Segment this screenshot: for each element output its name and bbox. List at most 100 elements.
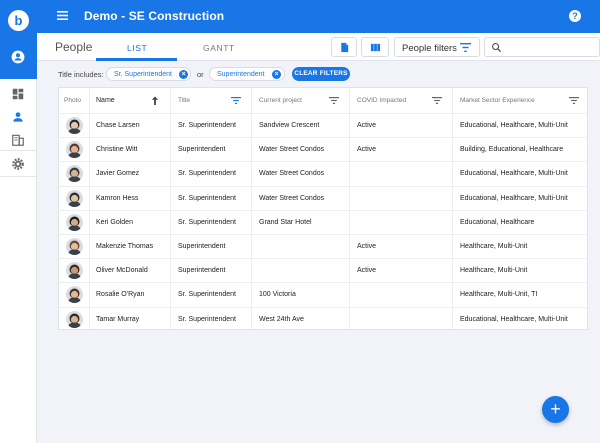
filter-chip-superintendent: Superintendent × <box>209 67 285 81</box>
sectors-cell: Educational, Healthcare, Multi-Unit <box>460 194 568 202</box>
project-cell: Water Street Condos <box>259 146 325 154</box>
tab-list[interactable]: LIST <box>127 43 147 53</box>
column-header-covid-impacted[interactable]: COVID Impacted <box>357 88 406 113</box>
covid-cell: Active <box>357 122 377 129</box>
app-logo[interactable]: b <box>8 10 29 31</box>
filter-chip-sr-superintendent: Sr. Superintendent × <box>106 67 191 81</box>
active-tab-indicator <box>96 58 177 61</box>
tab-gantt[interactable]: GANTT <box>203 43 235 53</box>
rail-divider <box>0 176 37 177</box>
title-cell: Sr. Superintendent <box>178 218 236 226</box>
filter-icon[interactable] <box>569 97 579 104</box>
name-cell: Christine Witt <box>96 146 138 154</box>
document-view-button[interactable] <box>331 37 357 57</box>
sectors-cell: Educational, Healthcare, Multi-Unit <box>460 122 568 129</box>
avatar <box>66 286 83 304</box>
column-header-market-sector[interactable]: Market Sector Experience <box>460 88 535 113</box>
columns-view-button[interactable] <box>361 37 389 57</box>
table-row[interactable]: Kamron Hess Sr. Superintendent Water Stree… <box>59 185 589 210</box>
covid-cell: Active <box>357 267 377 275</box>
sectors-cell: Healthcare, Multi-Unit, TI <box>460 291 538 299</box>
clear-filters-button[interactable]: CLEAR FILTERS <box>292 67 350 81</box>
chip-label: Sr. Superintendent <box>114 71 172 78</box>
avatar <box>66 213 83 231</box>
project-cell: Water Street Condos <box>259 170 325 178</box>
account-icon[interactable] <box>11 50 25 64</box>
top-app-bar: Demo - SE Construction ? <box>37 0 600 33</box>
search-input[interactable] <box>484 37 600 57</box>
avatar <box>66 238 83 255</box>
title-cell: Sr. Superintendent <box>178 170 236 178</box>
table-row[interactable]: Oliver McDonald Superintendent Active Healt… <box>59 258 589 282</box>
project-cell: Water Street Condos <box>259 194 325 202</box>
project-cell: Sandview Crescent <box>259 122 320 129</box>
arrow-up-icon[interactable] <box>151 96 159 105</box>
people-table: Photo Name Title Current project COVID I… <box>58 87 589 331</box>
sectors-cell: Educational, Healthcare <box>460 218 535 226</box>
name-cell: Keri Golden <box>96 218 133 226</box>
page-title: People <box>55 40 93 54</box>
side-rail: b <box>0 0 37 443</box>
table-row[interactable]: Rosalie O'Ryan Sr. Superintendent 100 Vict… <box>59 282 589 306</box>
table-row[interactable]: Makenzie Thomas Superintendent Active Healt… <box>59 234 589 258</box>
sectors-cell: Healthcare, Multi-Unit <box>460 243 528 250</box>
title-cell: Superintendent <box>178 243 226 250</box>
plus-icon: + <box>550 399 561 419</box>
project-cell: 100 Victoria <box>259 291 296 299</box>
name-cell: Chase Larsen <box>96 122 140 129</box>
avatar <box>66 117 83 134</box>
people-filters-label: People filters <box>402 43 457 54</box>
dashboard-icon[interactable] <box>11 87 25 101</box>
column-header-current-project[interactable]: Current project <box>259 88 302 113</box>
title-cell: Superintendent <box>178 146 226 154</box>
title-cell: Sr. Superintendent <box>178 122 236 129</box>
people-filters-button[interactable]: People filters <box>394 37 480 57</box>
table-row[interactable]: Tamar Murray Sr. Superintendent West 24th … <box>59 306 589 331</box>
avatar <box>66 310 83 328</box>
sectors-cell: Educational, Healthcare, Multi-Unit <box>460 170 568 178</box>
person-icon[interactable] <box>11 110 25 124</box>
covid-cell: Active <box>357 243 377 250</box>
sectors-cell: Healthcare, Multi-Unit <box>460 267 528 275</box>
app-title: Demo - SE Construction <box>84 9 225 23</box>
title-cell: Sr. Superintendent <box>178 194 236 202</box>
sectors-cell: Educational, Healthcare, Multi-Unit <box>460 315 568 323</box>
rail-header: b <box>0 0 37 79</box>
chip-label: Superintendent <box>217 71 265 78</box>
column-header-name[interactable]: Name <box>96 88 115 113</box>
close-icon[interactable]: × <box>179 70 188 79</box>
name-cell: Kamron Hess <box>96 194 139 202</box>
help-icon[interactable]: ? <box>569 10 581 22</box>
gear-icon[interactable] <box>11 157 25 171</box>
filter-label: Title includes: <box>58 70 104 79</box>
building-icon[interactable] <box>11 133 25 147</box>
title-cell: Superintendent <box>178 267 226 275</box>
avatar <box>66 189 83 207</box>
avatar <box>66 141 83 159</box>
project-cell: Grand Star Hotel <box>259 218 312 226</box>
sectors-cell: Building, Educational, Healthcare <box>460 146 564 154</box>
avatar <box>66 165 83 183</box>
filter-icon[interactable] <box>329 97 339 104</box>
filter-icon[interactable] <box>432 97 442 104</box>
close-icon[interactable]: × <box>272 70 281 79</box>
table-row[interactable]: Javier Gomez Sr. Superintendent Water Stre… <box>59 161 589 185</box>
filter-icon[interactable] <box>231 97 241 104</box>
name-cell: Oliver McDonald <box>96 267 148 275</box>
title-cell: Sr. Superintendent <box>178 291 236 299</box>
name-cell: Tamar Murray <box>96 315 140 323</box>
filter-icon <box>460 43 471 52</box>
add-person-button[interactable]: + <box>542 396 569 423</box>
project-cell: West 24th Ave <box>259 315 304 323</box>
table-row[interactable]: Keri Golden Sr. Superintendent Grand Star … <box>59 209 589 234</box>
menu-icon[interactable] <box>57 11 68 20</box>
table-row[interactable]: Chase Larsen Sr. Superintendent Sandview C… <box>59 113 589 137</box>
rail-divider <box>0 150 37 151</box>
or-text: or <box>197 70 204 79</box>
covid-cell: Active <box>357 146 377 154</box>
column-header-title[interactable]: Title <box>178 88 190 113</box>
avatar <box>66 262 83 280</box>
name-cell: Makenzie Thomas <box>96 243 154 250</box>
table-row[interactable]: Christine Witt Superintendent Water Street… <box>59 137 589 161</box>
document-icon <box>341 42 349 53</box>
